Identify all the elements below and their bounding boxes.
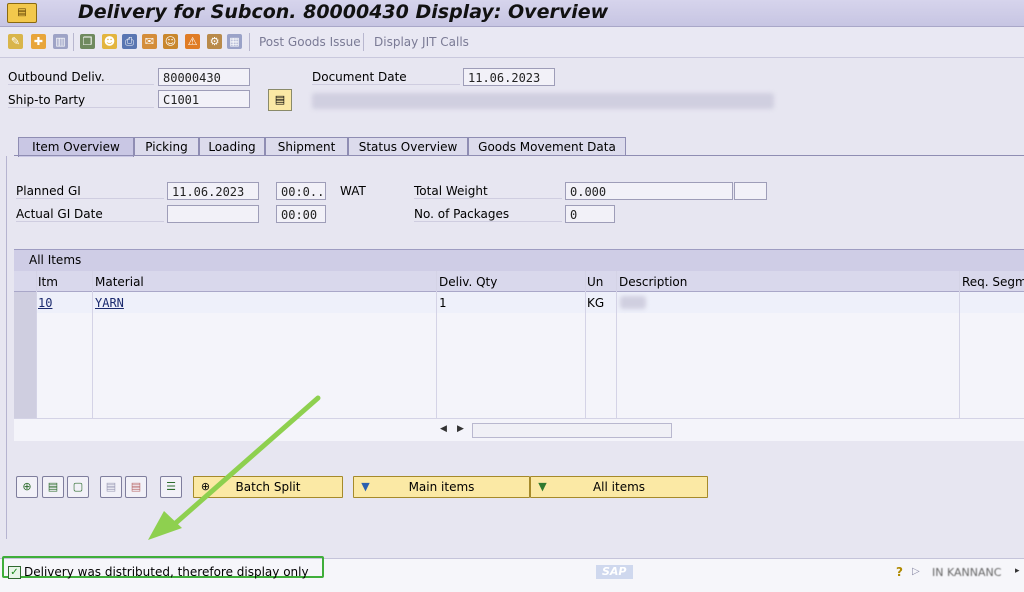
column-header-deliv-qty[interactable]: Deliv. Qty — [439, 275, 497, 289]
actual-gi-time-field[interactable]: 00:00 — [276, 205, 326, 223]
column-divider — [36, 271, 37, 421]
column-header-req-segm[interactable]: Req. Segm — [962, 275, 1024, 289]
document-date-field[interactable]: 11.06.2023 — [463, 68, 555, 86]
total-weight-field[interactable]: 0.000 — [565, 182, 733, 200]
address-details-icon[interactable]: ▤ — [268, 89, 292, 111]
outbound-deliv-label: Outbound Deliv. — [8, 70, 154, 85]
delete-row-icon[interactable]: ▤ — [125, 476, 147, 498]
row-selector[interactable] — [14, 292, 36, 314]
partner-icon[interactable]: ☻ — [102, 34, 117, 49]
total-weight-label: Total Weight — [414, 184, 562, 199]
column-header-description[interactable]: Description — [619, 275, 687, 289]
planned-gi-label: Planned GI — [16, 184, 164, 199]
row-selector[interactable] — [14, 334, 36, 356]
no-of-packages-label: No. of Packages — [414, 207, 562, 222]
row-unit[interactable]: KG — [587, 296, 604, 310]
table-row[interactable] — [14, 355, 1024, 377]
weight-unit-field[interactable] — [734, 182, 767, 200]
planned-gi-timezone: WAT — [340, 184, 366, 198]
ship-to-party-address-redacted — [312, 93, 774, 109]
row-item-number[interactable]: 10 — [38, 296, 52, 310]
table-row[interactable] — [14, 292, 1024, 314]
main-items-button[interactable]: ▼ Main items — [353, 476, 530, 498]
select-all-icon[interactable]: ▤ — [42, 476, 64, 498]
system-info-arrow-icon[interactable]: ▸ — [1015, 566, 1020, 576]
print-icon[interactable]: ⎙ — [122, 34, 137, 49]
warning-icon[interactable]: ⚠ — [185, 34, 200, 49]
document-date-label: Document Date — [312, 70, 460, 85]
column-header-material[interactable]: Material — [95, 275, 144, 289]
trash-icon[interactable]: ▥ — [53, 34, 68, 49]
sap-logo: SAP — [596, 565, 633, 579]
new-icon[interactable]: ✚ — [31, 34, 46, 49]
row-deliv-qty[interactable]: 1 — [439, 296, 446, 310]
items-table-header — [14, 271, 1024, 292]
tab-goods-movement-data[interactable]: Goods Movement Data — [468, 137, 626, 156]
tab-shipment[interactable]: Shipment — [265, 137, 348, 156]
toolbar-separator — [363, 33, 364, 51]
planned-gi-date-field[interactable]: 11.06.2023 — [167, 182, 259, 200]
display-jit-calls-button[interactable]: Display JIT Calls — [374, 35, 469, 49]
outbound-deliv-field[interactable]: 80000430 — [158, 68, 250, 86]
column-header-unit[interactable]: Un — [587, 275, 603, 289]
settings-icon[interactable]: ⚙ — [207, 34, 222, 49]
toolbar-separator — [73, 33, 74, 51]
tab-item-overview[interactable]: Item Overview — [18, 137, 134, 157]
actual-gi-date-label: Actual GI Date — [16, 207, 164, 222]
all-items-label: All items — [592, 480, 646, 494]
column-divider — [959, 271, 960, 421]
scroll-right-icon[interactable]: ▶ — [457, 424, 464, 434]
tab-loading[interactable]: Loading — [199, 137, 265, 156]
toolbar-separator — [249, 33, 250, 51]
row-selector[interactable] — [14, 355, 36, 377]
tab-picking[interactable]: Picking — [134, 137, 199, 156]
batch-split-button[interactable]: ⊕ Batch Split — [193, 476, 343, 498]
menu-icon[interactable]: ▤ — [7, 3, 37, 23]
deselect-all-icon[interactable]: ▢ — [67, 476, 89, 498]
row-material[interactable]: YARN — [95, 296, 124, 310]
choose-icon[interactable]: ☰ — [160, 476, 182, 498]
items-table-title: All Items — [29, 253, 82, 267]
column-divider — [436, 271, 437, 421]
planned-gi-time-field[interactable]: 00:0... — [276, 182, 326, 200]
row-selector[interactable] — [14, 376, 36, 398]
table-row[interactable] — [14, 313, 1024, 335]
output-icon[interactable]: ✉ — [142, 34, 157, 49]
scroll-left-icon[interactable]: ◀ — [440, 424, 447, 434]
table-row[interactable] — [14, 397, 1024, 419]
row-selector[interactable] — [14, 313, 36, 335]
status-message[interactable]: Delivery was distributed, therefore disp… — [24, 565, 309, 579]
main-items-label: Main items — [408, 480, 475, 494]
insert-row-icon[interactable]: ▤ — [100, 476, 122, 498]
column-divider — [616, 271, 617, 421]
horizontal-scrollbar[interactable] — [472, 423, 672, 438]
column-divider — [92, 271, 93, 421]
expand-status-icon[interactable]: ▷ — [912, 566, 920, 577]
ship-to-party-label: Ship-to Party — [8, 93, 154, 108]
column-divider — [585, 271, 586, 421]
row-selector[interactable] — [14, 397, 36, 419]
column-header-itm[interactable]: Itm — [38, 275, 58, 289]
actual-gi-date-field[interactable] — [167, 205, 259, 223]
post-goods-issue-button[interactable]: Post Goods Issue — [259, 35, 361, 49]
copy-icon[interactable]: ❐ — [80, 34, 95, 49]
row-description-redacted — [620, 296, 646, 309]
ship-to-party-field[interactable]: C1001 — [158, 90, 250, 108]
success-check-icon: ✓ — [8, 566, 21, 579]
items-table-title-bar: All Items — [14, 249, 1024, 271]
batch-split-label: Batch Split — [235, 480, 301, 494]
item-details-icon[interactable]: ⊕ — [16, 476, 38, 498]
help-icon[interactable]: ? — [896, 565, 903, 579]
no-of-packages-field[interactable]: 0 — [565, 205, 615, 223]
system-info: IN KANNANC — [932, 566, 1002, 579]
person-icon[interactable]: ☺ — [163, 34, 178, 49]
all-items-button[interactable]: ▼ All items — [530, 476, 708, 498]
window-title: Delivery for Subcon. 80000430 Display: O… — [78, 1, 609, 23]
tool-icon[interactable]: ✎ — [8, 34, 23, 49]
table-row[interactable] — [14, 376, 1024, 398]
table-row[interactable] — [14, 334, 1024, 356]
grid-icon[interactable]: ▦ — [227, 34, 242, 49]
tab-status-overview[interactable]: Status Overview — [348, 137, 468, 156]
